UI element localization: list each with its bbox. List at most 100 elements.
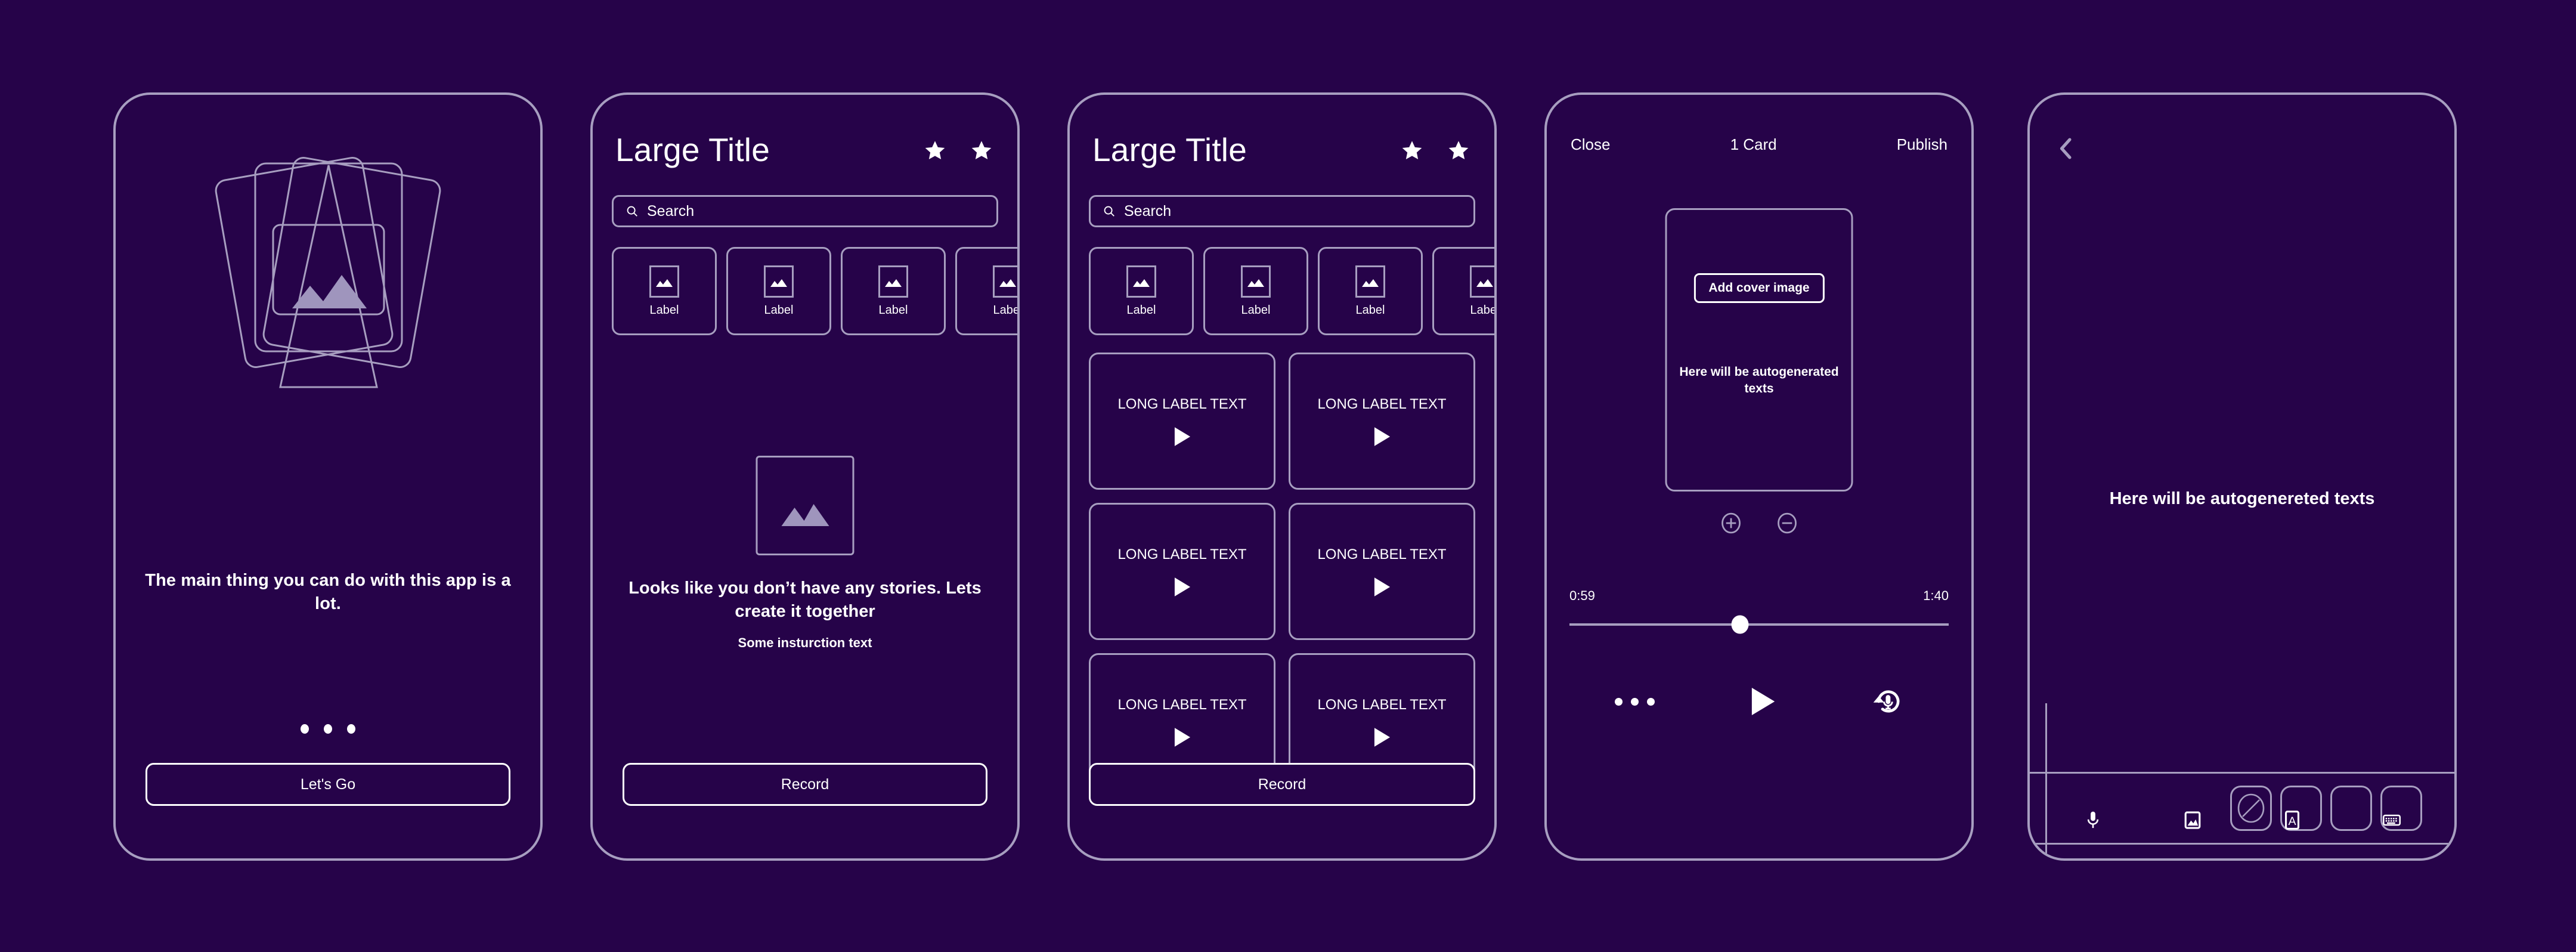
search-icon [1104,206,1114,217]
header-actions[interactable] [1400,139,1470,163]
card-stack-image-icon [116,137,540,435]
carousel-item[interactable]: Label [1203,247,1308,335]
wireframe-board: The main thing you can do with this app … [0,0,2576,952]
page-title: Large Title [615,131,770,168]
phone-screen-stories-grid: Large Title Search Label Label Label Lab… [1067,92,1497,861]
carousel-item-label: Label [764,303,794,317]
carousel-item-label: Label [649,303,679,317]
category-carousel[interactable]: Label Label Label Label [1089,247,1494,335]
star-icon[interactable] [970,139,993,163]
phone-screen-card-editor: Close 1 Card Publish Add cover image Her… [1544,92,1974,861]
add-cover-image-button[interactable]: Add cover image [1693,273,1825,303]
carousel-item-label: Label [993,303,1020,317]
story-card-label: LONG LABEL TEXT [1117,546,1247,562]
story-card[interactable]: LONG LABEL TEXT [1089,353,1275,490]
pager-dot[interactable] [347,724,355,734]
play-icon[interactable] [1373,727,1392,747]
carousel-item-label: Label [878,303,908,317]
phone-screen-onboarding: The main thing you can do with this app … [113,92,543,861]
story-card-label: LONG LABEL TEXT [1117,696,1247,713]
page-title: Large Title [1092,131,1247,168]
playback-times: 0:59 1:40 [1569,588,1949,604]
play-icon[interactable] [1173,577,1192,597]
svg-text:A: A [2288,815,2296,828]
carousel-item-label: Label [1241,303,1271,317]
close-button[interactable]: Close [1571,135,1610,154]
page-title: The main thing you can do with this app … [145,571,511,613]
play-icon[interactable] [1373,577,1392,597]
play-icon[interactable] [1173,727,1192,747]
plus-circle-icon[interactable] [1720,512,1742,534]
pager-dot[interactable] [301,724,309,734]
carousel-item-label: Label [1126,303,1156,317]
story-card-label: LONG LABEL TEXT [1317,395,1447,412]
carousel-item[interactable]: Label [1318,247,1423,335]
image-placeholder-icon [756,456,854,555]
search-icon [627,206,637,217]
play-icon[interactable] [1373,426,1392,447]
search-input[interactable]: Search [612,195,998,227]
minus-circle-icon[interactable] [1776,512,1798,534]
keyboard-icon[interactable] [2382,810,2401,830]
cover-card[interactable]: Add cover image Here will be autogenerat… [1665,208,1853,492]
carousel-item[interactable]: Label [726,247,831,335]
carousel-item[interactable]: Label [1432,247,1497,335]
pager-dots[interactable] [116,724,540,734]
search-placeholder: Search [1124,202,1172,220]
star-icon[interactable] [1400,139,1424,163]
image-icon [1470,265,1494,298]
image-icon [649,265,679,298]
autogenerated-text-placeholder: Here will be autogenereted texts [2109,489,2375,508]
lets-go-button[interactable]: Let's Go [145,763,510,806]
story-card-label: LONG LABEL TEXT [1117,395,1247,412]
story-card[interactable]: LONG LABEL TEXT [1089,503,1275,640]
duration-time: 1:40 [1923,588,1949,603]
chevron-left-icon[interactable] [2058,138,2074,159]
elapsed-time: 0:59 [1569,588,1595,603]
star-icon[interactable] [923,139,947,163]
pager-dot[interactable] [324,724,332,734]
carousel-item[interactable]: Label [955,247,1020,335]
story-card-label: LONG LABEL TEXT [1317,546,1447,562]
editor-toolbar[interactable]: A [2030,782,2454,858]
play-icon[interactable] [1173,426,1192,447]
search-placeholder: Search [647,202,695,220]
story-card[interactable]: LONG LABEL TEXT [1289,503,1475,640]
playback-slider[interactable] [1569,615,1949,634]
carousel-item[interactable]: Label [841,247,946,335]
slider-knob[interactable] [1731,615,1749,634]
empty-state-subtext: Some insturction text [738,635,872,650]
record-button[interactable]: Record [623,763,987,806]
carousel-item-label: Label [1355,303,1385,317]
story-card[interactable]: LONG LABEL TEXT [1289,353,1475,490]
publish-button[interactable]: Publish [1897,135,1948,154]
carousel-item-label: Label [1470,303,1497,317]
story-card-label: LONG LABEL TEXT [1317,696,1447,713]
text-format-a-icon[interactable]: A [2283,810,2302,830]
image-icon [993,265,1017,298]
card-controls[interactable] [1547,512,1971,534]
image-icon [1126,265,1156,298]
more-ellipsis-icon[interactable] [1614,697,1655,706]
re-record-mic-icon[interactable] [1872,685,1904,718]
player-controls[interactable] [1547,685,1971,718]
star-icon[interactable] [1447,139,1470,163]
carousel-item[interactable]: Label [612,247,717,335]
image-icon [1355,265,1385,298]
carousel-item[interactable]: Label [1089,247,1194,335]
microphone-icon[interactable] [2083,810,2103,830]
image-icon [764,265,794,298]
play-icon[interactable] [1750,687,1777,716]
autogenerated-text-placeholder: Here will be autogenerated texts [1679,365,1839,396]
category-carousel[interactable]: Label Label Label Label [612,247,1017,335]
search-input[interactable]: Search [1089,195,1475,227]
stories-grid[interactable]: LONG LABEL TEXT LONG LABEL TEXT LONG LAB… [1089,353,1475,790]
image-icon [878,265,908,298]
image-icon [1241,265,1271,298]
editor-topbar: Close 1 Card Publish [1571,135,1948,154]
header-actions[interactable] [923,139,993,163]
image-icon[interactable] [2183,810,2202,830]
card-count-label: 1 Card [1730,135,1777,153]
phone-screen-empty-stories: Large Title Search Label Label Label Lab… [590,92,1020,861]
record-button[interactable]: Record [1089,763,1475,806]
